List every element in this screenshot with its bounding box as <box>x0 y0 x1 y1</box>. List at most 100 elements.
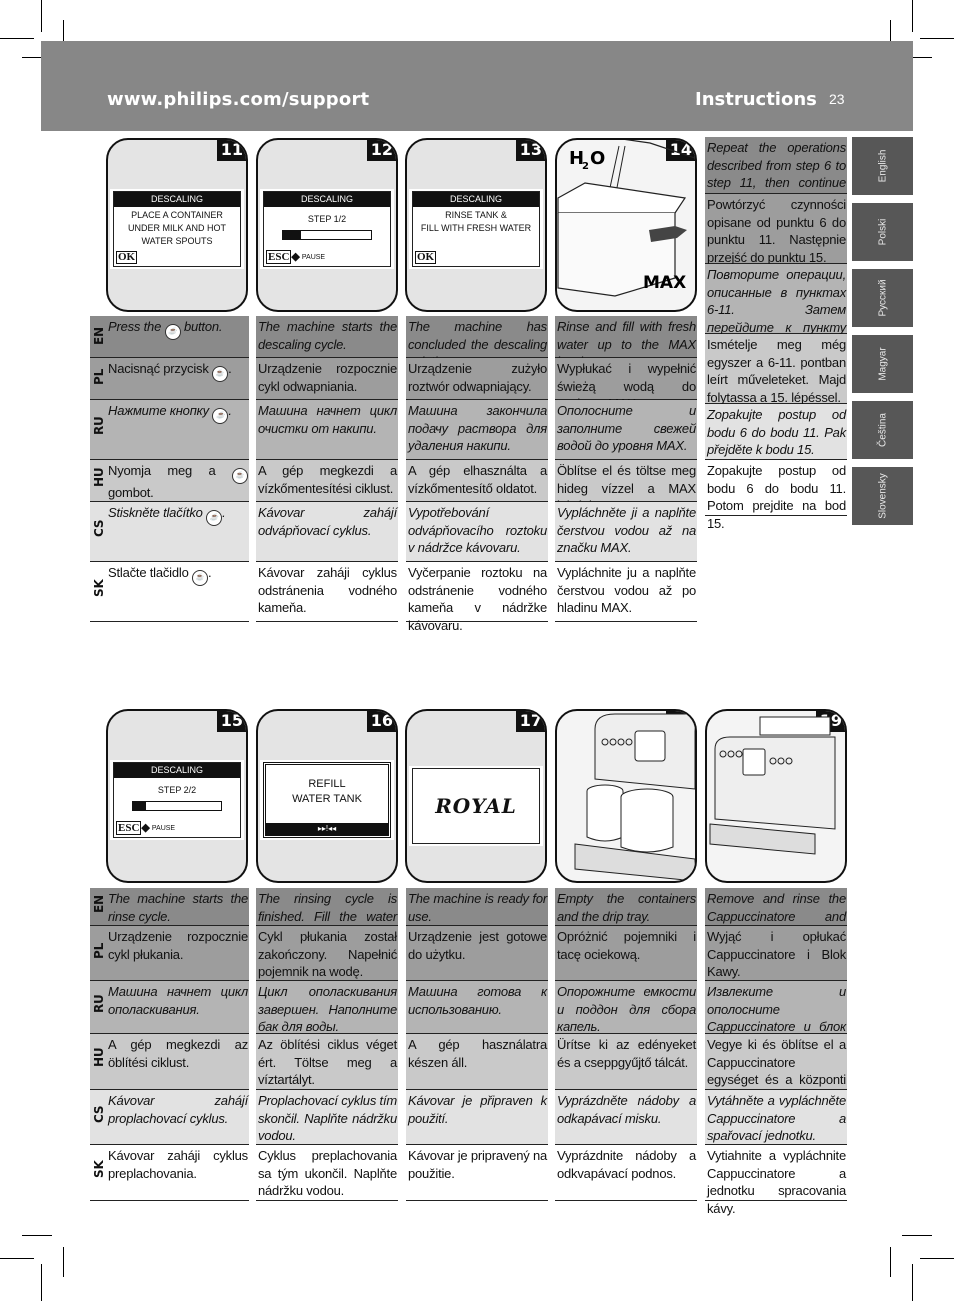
text-cell-hu: Ismételje meg még egyszer a 6-11. pontba… <box>705 334 847 405</box>
lang-tab-slovensky[interactable]: Slovensky <box>852 467 913 525</box>
text-column-11: EN Press the ☕ button. PL Nacisnąć przycis… <box>90 316 249 622</box>
ok-icon: OK <box>415 251 437 264</box>
section-title: Instructions <box>695 89 817 110</box>
text-cell-pl: Urządzenie jest gotowe do użytku. <box>406 926 548 981</box>
text-cell-cs: CS Kávovar zahájí proplachovací cyklus. <box>90 1090 249 1145</box>
crop-mark <box>0 1258 34 1259</box>
text-cell-en: Rinse and fill with fresh water up to th… <box>555 316 697 369</box>
text-cell-pl: Urządzenie rozpocznie cykl odwapniania. <box>256 358 398 400</box>
text-cell-cs: Vyprázdněte nádoby a odkapávací misku. <box>555 1090 697 1145</box>
lang-tab-cestina[interactable]: Čeština <box>852 401 913 459</box>
text-cell-hu: HU A gép megkezdi az öblítési ciklust. <box>90 1034 249 1090</box>
step-panel-16: 16 REFILL WATER TANK ▸▸!◂◂ <box>256 709 398 883</box>
text-cell-ru: Машина начнет цикл очистки от накипи. <box>256 400 398 460</box>
crop-mark <box>0 38 34 39</box>
text-cell-en: The machine starts the descaling cycle. <box>256 316 398 358</box>
text-cell-cs: Vypláchněte ji a naplňte čerstvou vodou … <box>555 502 697 562</box>
step-panel-14: 14 H 2 O MAX <box>555 138 697 312</box>
lcd-display: DESCALING RINSE TANK & FILL WITH FRESH WA… <box>412 191 540 267</box>
lcd-display: REFILL WATER TANK ▸▸!◂◂ <box>263 762 391 838</box>
lcd-display: ROYAL <box>412 768 540 844</box>
coffee-ok-button-icon: ☕ <box>192 570 209 586</box>
coffee-ok-button-icon: ☕ <box>206 510 223 526</box>
lcd-display: DESCALING STEP 1/2 ESC ◆ PAUSE <box>263 191 391 267</box>
text-cell-ru: Машина закончила подачу раствора для уда… <box>406 400 548 460</box>
text-cell-ru: Опорожните емкости и поддон для сбора ка… <box>555 981 697 1034</box>
text-column-17: The machine is ready for use. Urządzenie… <box>406 888 548 1201</box>
crop-mark <box>920 1258 954 1259</box>
text-cell-en: Remove and rinse the Cappuccinatore and … <box>705 888 847 941</box>
text-cell-cs: Vypotřebování odvápňovacího roztoku v ná… <box>406 502 548 562</box>
svg-text:MAX: MAX <box>643 273 686 293</box>
lcd-display: DESCALING PLACE A CONTAINER UNDER MILK AN… <box>113 191 241 267</box>
coffee-ok-button-icon: ☕ <box>212 366 229 382</box>
text-column-14: Rinse and fill with fresh water up to th… <box>555 316 697 622</box>
text-cell-pl: PL Urządzenie rozpocznie cykl płukania. <box>90 926 249 981</box>
lang-tab-magyar[interactable]: Magyar <box>852 335 913 393</box>
text-cell-sk: Vyprázdnite nádoby a odkvapávací podnos. <box>555 1145 697 1201</box>
text-cell-en: The rinsing cycle is finished. Fill the … <box>256 888 398 941</box>
text-cell-hu: Öblítse el és töltse meg hideg vízzel a … <box>555 460 697 513</box>
coffee-ok-button-icon: ☕ <box>231 468 248 484</box>
ok-icon: OK <box>116 251 138 264</box>
text-column-13: The machine has concluded the descaling … <box>406 316 548 633</box>
text-cell-en: Repeat the operations described from ste… <box>705 137 847 208</box>
step-panel-13: 13 DESCALING RINSE TANK & FILL WITH FRESH… <box>405 138 547 312</box>
text-cell-ru: Ополосните и заполните свежей водой до у… <box>555 400 697 460</box>
esc-icon: ESC ◆ PAUSE <box>266 250 326 264</box>
step-panel-15: 15 DESCALING STEP 2/2 ESC ◆ PAUSE <box>106 709 248 883</box>
step-number: 16 <box>366 711 396 732</box>
progress-bar <box>132 801 222 811</box>
text-cell-cs: Proplachovací cyklus tím skončil. Naplňt… <box>256 1090 398 1145</box>
water-tank-fill-illustration: H 2 O MAX <box>557 140 695 297</box>
text-cell-pl: Urządzenie zużyło roztwór odwapniający. <box>406 358 548 400</box>
svg-text:2: 2 <box>582 161 589 172</box>
crop-mark <box>22 1235 52 1236</box>
lang-tab-english[interactable]: English <box>852 137 913 195</box>
alert-icon: ▸▸!◂◂ <box>266 823 388 835</box>
text-cell-sk: Vytiahnite a vypláchnite Cappuccinatore … <box>705 1145 847 1216</box>
lang-tab-polski[interactable]: Polski <box>852 203 913 261</box>
page-number: 23 <box>829 91 845 107</box>
step-panel-19: 19 <box>705 709 847 883</box>
text-cell-pl: Wypłukać i wypełnić świeżą wodą do pozio… <box>555 358 697 411</box>
text-column-repeat: Repeat the operations described from ste… <box>705 137 847 531</box>
text-cell-sk: Vypláchnite ju a naplňte čerstvou vodou … <box>555 562 697 622</box>
text-cell-ru: Повторите операции, описанные в пунктах … <box>705 264 847 352</box>
text-cell-en: EN The machine starts the rinse cycle. <box>90 888 249 926</box>
text-cell-pl: PL Nacisnąć przycisk ☕. <box>90 358 249 400</box>
crop-mark <box>912 1264 913 1301</box>
text-column-16: The rinsing cycle is finished. Fill the … <box>256 888 398 1201</box>
text-cell-hu: Ürítse ki az edényeket és a cseppgyűjtő … <box>555 1034 697 1090</box>
royal-logo: ROYAL <box>435 794 517 818</box>
text-cell-en: The machine is ready for use. <box>406 888 548 926</box>
text-column-15: EN The machine starts the rinse cycle. PL… <box>90 888 249 1201</box>
text-cell-hu: A gép használatra készen áll. <box>406 1034 548 1090</box>
text-column-18: Empty the containers and the drip tray. … <box>555 888 697 1201</box>
lang-tab-russian[interactable]: Русский <box>852 269 913 327</box>
step-number: 15 <box>216 711 246 732</box>
text-column-12: The machine starts the descaling cycle. … <box>256 316 398 622</box>
text-cell-sk: Kávovar zaháji cyklus odstránenia vodnéh… <box>256 562 398 622</box>
machine-with-containers-illustration <box>574 713 695 881</box>
text-cell-sk: Zopakujte postup od bodu 6 do bodu 11. P… <box>705 460 847 531</box>
text-cell-sk: Vyčerpanie roztoku na odstránenie vodnéh… <box>406 562 548 633</box>
text-cell-pl: Opróżnić pojemniki i tacę ociekową. <box>555 926 697 981</box>
crop-mark <box>41 0 42 32</box>
text-cell-ru: Извлеките и ополосните Cappuccinatore и … <box>705 981 847 1052</box>
text-cell-sk: SK Kávovar zaháji cyklus preplachovania. <box>90 1145 249 1201</box>
coffee-ok-button-icon: ☕ <box>212 408 229 424</box>
text-cell-cs: CS Stiskněte tlačítko ☕. <box>90 502 249 562</box>
step-panel-12: 12 DESCALING STEP 1/2 ESC ◆ PAUSE <box>256 138 398 312</box>
support-url[interactable]: www.philips.com/support <box>107 89 369 110</box>
crop-mark <box>41 1264 42 1301</box>
text-cell-cs: Kávovar je připraven k použití. <box>406 1090 548 1145</box>
text-cell-ru: Цикл ополаскивания завершен. Наполните б… <box>256 981 398 1034</box>
crop-mark <box>63 1247 64 1277</box>
text-cell-ru: RU Нажмите кнопку ☕. <box>90 400 249 460</box>
text-cell-cs: Kávovar zahájí odvápňovací cyklus. <box>256 502 398 562</box>
coffee-machine-illustration <box>709 716 836 855</box>
crop-mark <box>912 0 913 32</box>
step-number: 12 <box>366 140 396 161</box>
coffee-ok-button-icon: ☕ <box>164 324 181 340</box>
